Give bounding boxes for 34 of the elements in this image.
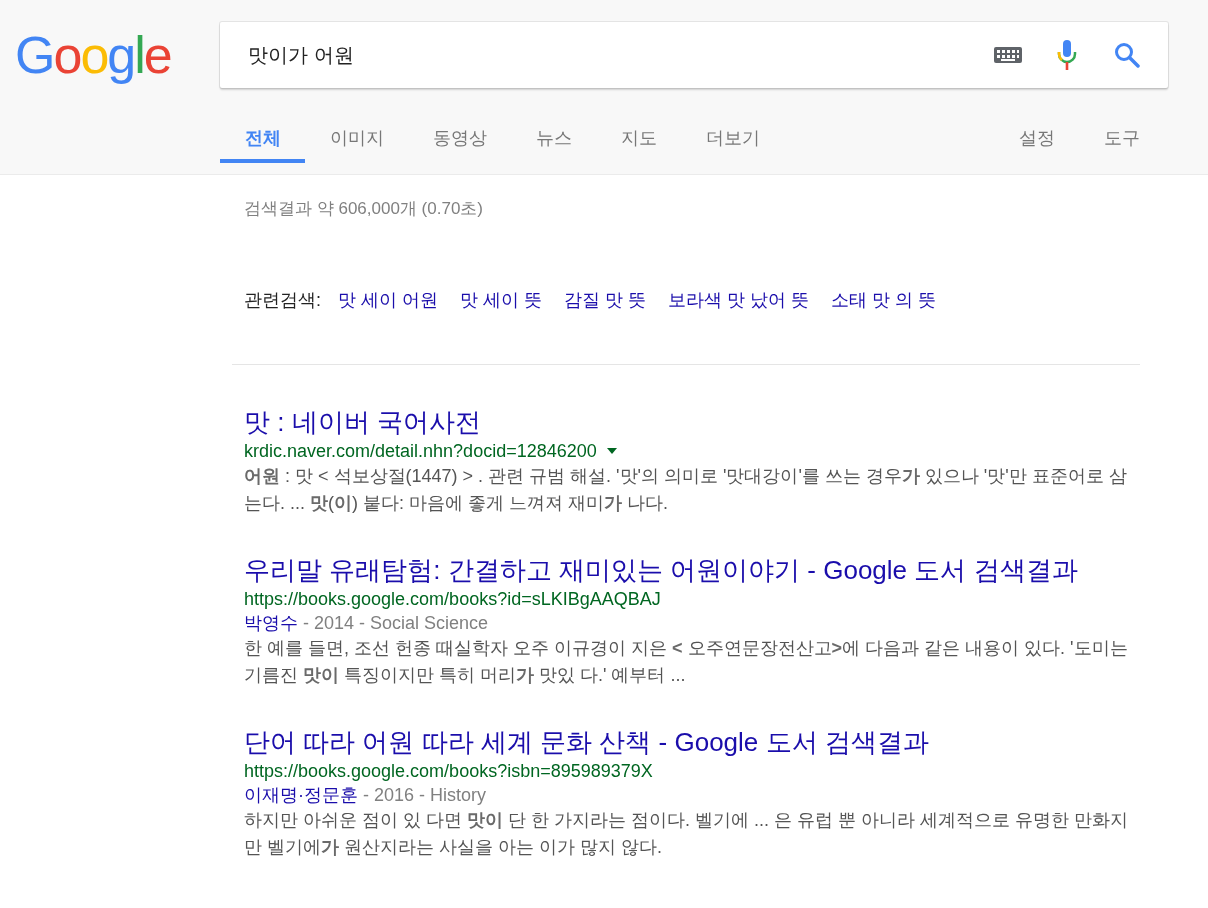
result-meta: - 2014 - Social Science	[302, 613, 489, 633]
search-bar[interactable]: 맛이가 어원	[220, 22, 1168, 88]
related-link[interactable]: 맛 세이 어원	[338, 288, 439, 312]
result-stats: 검색결과 약 606,000개 (0.70초)	[244, 198, 485, 220]
author-link[interactable]: 박영수	[244, 613, 298, 633]
result-url: krdic.naver.com/detail.nhn?docid=12846200	[244, 440, 597, 463]
result-snippet: 어원 : 맛 < 석보상절(1447) > . 관련 규범 해설. '맛'의 의미로 '맛대강이'를 쓰는 경우가 있으나 '맛'만 표준어로 삼는다. ... 맛(이) 붙다: 마음에 좋게 느껴져 재미가 나다.	[244, 465, 1128, 515]
related-link[interactable]: 보라색 맛 났어 뜻	[668, 288, 810, 312]
nav-tab[interactable]: 이미지	[305, 110, 408, 163]
result-url: https://books.google.com/books?isbn=895989379X	[244, 760, 653, 783]
result-title[interactable]: 맛 : 네이버 국어사전	[244, 405, 1140, 439]
result-snippet: 한 예를 들면, 조선 헌종 때실학자 오주 이규경이 지은 < 오주연문장전산고>에 다음과 같은 내용이 있다. '도미는 기름진 맛이 특징이지만 특히 머리가 맛있 다.' 예부터 ...	[244, 637, 1129, 687]
keyboard-icon[interactable]	[994, 47, 1022, 63]
result-snippet: 하지만 아쉬운 점이 있 다면 맛이 단 한 가지라는 점이다. 벨기에 ... 은 유럽 뿐 아니라 세계적으로 유명한 만화지만 벨기에가 원산지라는 사실을 아는 이가 많지 않다.	[244, 809, 1130, 859]
result-url: https://books.google.com/books?id=sLKIBgAAQBAJ	[244, 588, 661, 611]
related-label: 관련검색:	[244, 289, 321, 312]
google-logo[interactable]: Google	[0, 22, 220, 88]
result-title[interactable]: 우리말 유래탐험: 간결하고 재미있는 어원이야기 - Google 도서 검색결과	[244, 553, 1140, 587]
author-link[interactable]: 이재명·정문훈	[244, 785, 358, 805]
result-meta: - 2016 - History	[362, 785, 487, 805]
search-icon[interactable]	[1114, 42, 1140, 68]
nav-tab[interactable]: 동영상	[408, 110, 511, 163]
nav-tab[interactable]: 설정	[994, 110, 1079, 163]
related-link[interactable]: 맛 세이 뜻	[460, 288, 543, 312]
nav-tab[interactable]: 지도	[596, 110, 681, 163]
result-title[interactable]: 단어 따라 어원 따라 세계 문화 산책 - Google 도서 검색결과	[244, 725, 1140, 759]
related-link[interactable]: 소태 맛 의 뜻	[831, 288, 937, 312]
nav-tab[interactable]: 더보기	[681, 110, 784, 163]
search-input[interactable]: 맛이가 어원	[248, 43, 994, 67]
caret-icon[interactable]	[606, 448, 617, 454]
nav-tab[interactable]: 뉴스	[511, 110, 596, 163]
microphone-icon[interactable]	[1057, 40, 1077, 70]
nav-tab[interactable]: 도구	[1079, 110, 1164, 163]
related-link[interactable]: 감질 맛 뜻	[564, 288, 647, 312]
